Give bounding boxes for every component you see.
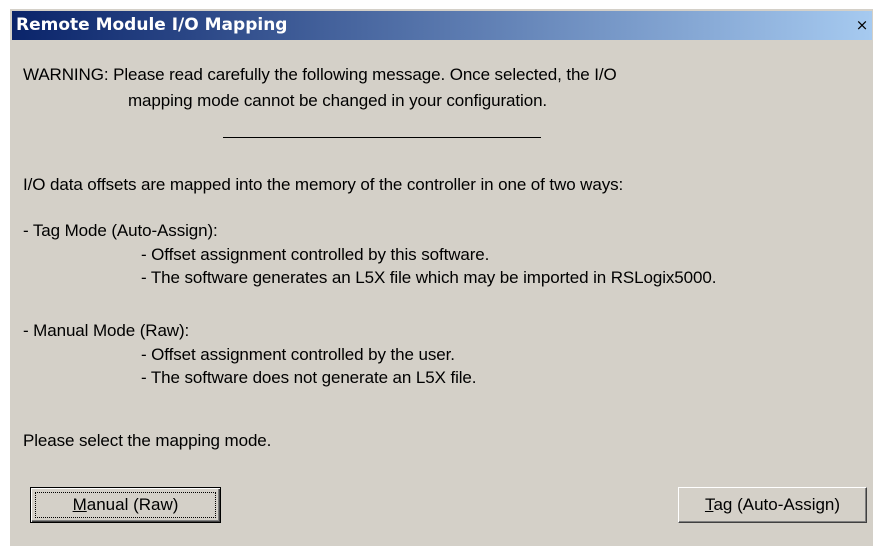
tag-mode-point-2: - The software generates an L5X file whi… (141, 268, 717, 287)
manual-mode-heading: - Manual Mode (Raw): (23, 321, 190, 340)
prompt-text: Please select the mapping mode. (23, 431, 272, 450)
manual-mode-point-1: - Offset assignment controlled by the us… (141, 345, 455, 364)
separator-line (223, 137, 541, 138)
tag-auto-assign-button[interactable]: Tag (Auto-Assign) (678, 487, 867, 523)
manual-raw-button[interactable]: Manual (Raw) (30, 487, 221, 523)
warning-line-1: WARNING: Please read carefully the follo… (23, 65, 617, 84)
dialog-title: Remote Module I/O Mapping (16, 15, 288, 35)
close-icon[interactable]: × (854, 14, 870, 36)
tag-mode-heading: - Tag Mode (Auto-Assign): (23, 221, 218, 240)
tag-button-label: Tag (Auto-Assign) (705, 495, 840, 514)
manual-mnemonic: M (72, 495, 87, 514)
tag-label-rest: ag (Auto-Assign) (713, 495, 841, 514)
manual-label-rest: anual (Raw) (86, 495, 179, 514)
manual-button-label: Manual (Raw) (73, 495, 179, 514)
tag-mode-point-1: - Offset assignment controlled by this s… (141, 245, 490, 264)
intro-text: I/O data offsets are mapped into the mem… (23, 175, 624, 194)
warning-line-2: mapping mode cannot be changed in your c… (128, 91, 548, 110)
title-bar[interactable]: Remote Module I/O Mapping × (12, 11, 872, 40)
manual-mode-point-2: - The software does not generate an L5X … (141, 368, 477, 387)
mapping-dialog: Remote Module I/O Mapping × WARNING: Ple… (9, 8, 873, 546)
